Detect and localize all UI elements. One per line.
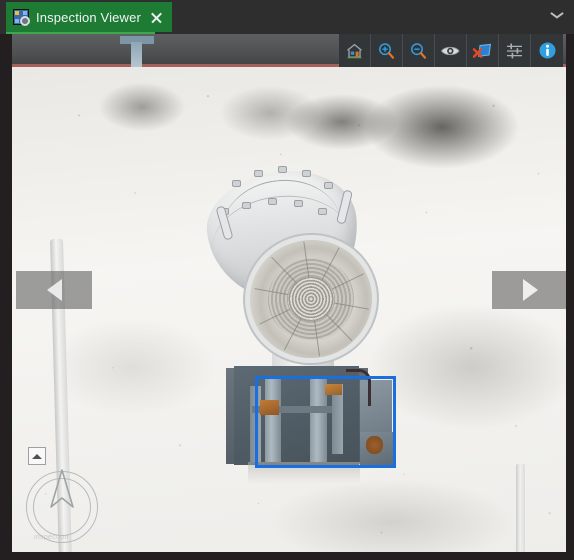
eye-icon (440, 43, 461, 59)
previous-image-button[interactable] (16, 271, 92, 309)
close-icon[interactable] (150, 11, 163, 24)
caret-up-icon (32, 453, 42, 459)
zoom-in-icon (377, 42, 396, 60)
photo-watermark: inspection (34, 534, 69, 541)
viewer-toolbar (339, 34, 563, 67)
inspection-viewer-window: Inspection Viewer inspection (0, 0, 574, 560)
tab-title: Inspection Viewer (36, 9, 141, 25)
viewer-frame: inspection (0, 34, 574, 560)
settings-button[interactable] (499, 34, 531, 67)
visibility-button[interactable] (435, 34, 467, 67)
tab-inspection-viewer[interactable]: Inspection Viewer (6, 2, 172, 32)
compass-widget[interactable] (26, 469, 98, 543)
chevron-down-icon[interactable] (551, 11, 563, 19)
zoom-in-button[interactable] (371, 34, 403, 67)
photo-fan-unit (198, 144, 384, 396)
image-inspect-icon (13, 9, 30, 26)
title-bar: Inspection Viewer (0, 0, 574, 34)
image-canvas[interactable]: inspection (12, 34, 566, 552)
home-button[interactable] (339, 34, 371, 67)
zoom-out-icon (409, 42, 428, 60)
info-button[interactable] (531, 34, 563, 67)
detection-box[interactable] (255, 376, 396, 468)
photo-pole-right (516, 464, 525, 552)
collapse-overlay-button[interactable] (28, 447, 46, 465)
arrow-left-icon (46, 279, 62, 301)
compass-north-icon (46, 467, 78, 520)
photo-vent-stem (131, 42, 142, 68)
delete-shape-icon (472, 42, 493, 60)
zoom-out-button[interactable] (403, 34, 435, 67)
info-icon (538, 41, 557, 60)
sliders-icon (505, 42, 524, 60)
home-icon (345, 42, 364, 60)
arrow-right-icon (522, 279, 538, 301)
next-image-button[interactable] (492, 271, 566, 309)
delete-shape-button[interactable] (467, 34, 499, 67)
